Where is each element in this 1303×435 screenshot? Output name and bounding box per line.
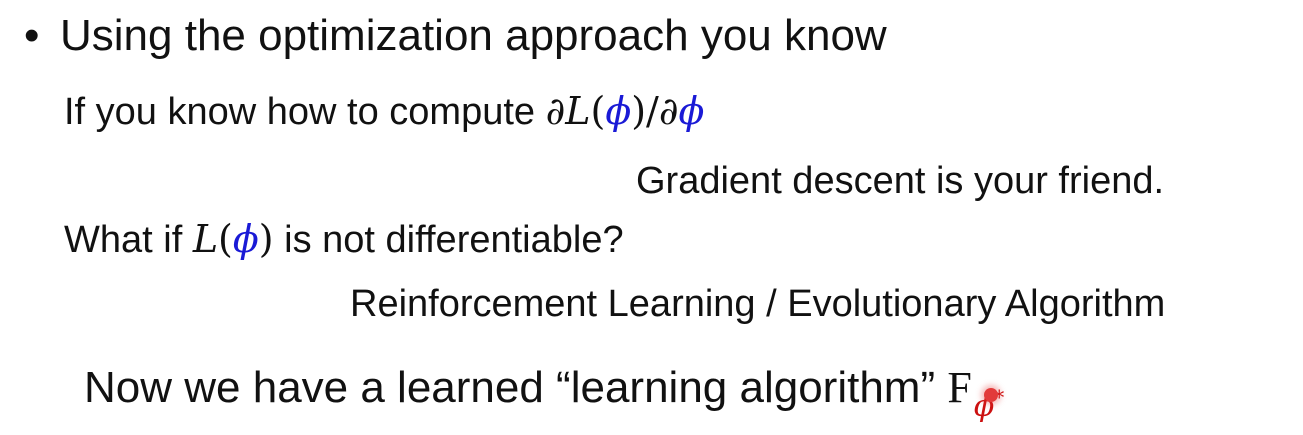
bullet-icon: •: [24, 11, 40, 60]
bullet-heading: • Using the optimization approach you kno…: [24, 14, 887, 58]
learned-algorithm-text: Now we have a learned “learning algorith…: [84, 363, 948, 412]
gradient-condition-text: If you know how to compute: [64, 91, 546, 133]
gradient-descent-line: Gradient descent is your friend.: [636, 160, 1165, 202]
pointer-cursor-icon: [984, 388, 998, 402]
learned-function-symbol: F: [947, 363, 972, 412]
loss-formula: L(ϕ): [192, 217, 274, 261]
bullet-text: Using the optimization approach you know: [60, 11, 887, 60]
non-differentiable-line: What if L(ϕ) is not differentiable?: [64, 220, 624, 259]
partial-derivative-formula: ∂L(ϕ)/∂ϕ: [545, 89, 705, 133]
non-differentiable-suffix: is not differentiable?: [273, 219, 624, 261]
gradient-condition-line: If you know how to compute ∂L(ϕ)/∂ϕ: [64, 92, 704, 131]
learned-algorithm-line: Now we have a learned “learning algorith…: [84, 363, 1004, 422]
rl-evolutionary-line: Reinforcement Learning / Evolutionary Al…: [350, 283, 1166, 325]
non-differentiable-prefix: What if: [64, 219, 193, 261]
